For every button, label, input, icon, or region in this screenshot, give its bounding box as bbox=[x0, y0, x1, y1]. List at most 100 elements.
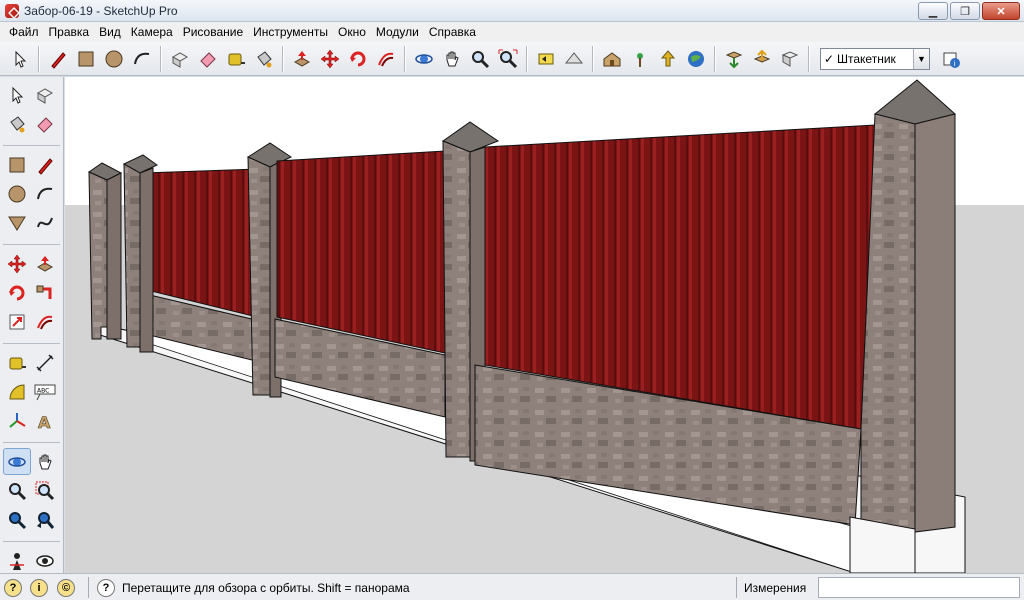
move-icon[interactable] bbox=[3, 250, 31, 277]
look-around-icon[interactable] bbox=[31, 547, 59, 574]
orbit-icon[interactable] bbox=[411, 46, 437, 72]
restore-button[interactable]: ❐ bbox=[950, 2, 980, 20]
dimension-icon[interactable] bbox=[31, 349, 59, 376]
make-component-icon[interactable] bbox=[167, 46, 193, 72]
zoom-extents-icon[interactable] bbox=[495, 46, 521, 72]
sketchup-app-icon[interactable] bbox=[5, 4, 19, 18]
paint-bucket-icon[interactable] bbox=[251, 46, 277, 72]
chevron-down-icon[interactable]: ▼ bbox=[913, 48, 929, 69]
toolbar-separator bbox=[282, 45, 284, 72]
menu-help[interactable]: Справка bbox=[424, 25, 481, 39]
toolbar-separator bbox=[3, 239, 60, 245]
toolbar-separator bbox=[526, 45, 528, 72]
rotate-icon[interactable] bbox=[3, 279, 31, 306]
next-view-icon[interactable] bbox=[561, 46, 587, 72]
scene-dropdown-label: Штакетник bbox=[837, 51, 896, 66]
menu-edit[interactable]: Правка bbox=[44, 25, 95, 39]
menu-view[interactable]: Вид bbox=[94, 25, 126, 39]
menu-window[interactable]: Окно bbox=[333, 25, 371, 39]
menu-camera[interactable]: Камера bbox=[126, 25, 178, 39]
menu-bar: Файл Правка Вид Камера Рисование Инструм… bbox=[0, 22, 1024, 42]
credits-icon[interactable]: i bbox=[30, 579, 48, 597]
push-pull-icon[interactable] bbox=[289, 46, 315, 72]
arc-icon[interactable] bbox=[129, 46, 155, 72]
offset-icon[interactable] bbox=[373, 46, 399, 72]
pan-hand-icon[interactable] bbox=[31, 448, 59, 475]
previous-view-icon[interactable] bbox=[31, 506, 59, 533]
stone-pillar bbox=[123, 163, 141, 348]
rectangle-icon[interactable] bbox=[3, 151, 31, 178]
stone-pillar bbox=[88, 171, 108, 340]
tape-measure-icon[interactable] bbox=[3, 349, 31, 376]
zoom-window-icon[interactable] bbox=[31, 477, 59, 504]
circle-icon[interactable] bbox=[101, 46, 127, 72]
push-pull-icon[interactable] bbox=[31, 250, 59, 277]
make-component-icon[interactable] bbox=[31, 81, 59, 108]
protractor-icon[interactable] bbox=[3, 378, 31, 405]
orbit-icon[interactable] bbox=[3, 448, 31, 475]
toolbar-separator bbox=[38, 45, 40, 72]
measurements-label: Измерения bbox=[744, 581, 807, 595]
freehand-icon[interactable] bbox=[31, 209, 59, 236]
arc-icon[interactable] bbox=[31, 180, 59, 207]
3d-text-icon[interactable]: A bbox=[31, 407, 59, 434]
svg-text:ABC: ABC bbox=[37, 387, 49, 394]
get-models-icon[interactable] bbox=[721, 46, 747, 72]
photo-textures-icon[interactable] bbox=[627, 46, 653, 72]
rotate-icon[interactable] bbox=[345, 46, 371, 72]
left-toolbar: ABC A bbox=[0, 77, 64, 573]
circle-icon[interactable] bbox=[3, 180, 31, 207]
select-icon[interactable] bbox=[7, 46, 33, 72]
warehouse-icon[interactable] bbox=[599, 46, 625, 72]
close-button[interactable]: ✕ bbox=[982, 2, 1020, 20]
axes-icon[interactable] bbox=[3, 407, 31, 434]
paint-bucket-icon[interactable] bbox=[3, 110, 31, 137]
eraser-icon[interactable] bbox=[195, 46, 221, 72]
pencil-icon[interactable] bbox=[45, 46, 71, 72]
scale-icon[interactable] bbox=[3, 308, 31, 335]
offset-icon[interactable] bbox=[31, 308, 59, 335]
select-icon[interactable] bbox=[3, 81, 31, 108]
add-location-icon[interactable] bbox=[655, 46, 681, 72]
rectangle-icon[interactable] bbox=[73, 46, 99, 72]
zoom-icon[interactable] bbox=[467, 46, 493, 72]
menu-plugins[interactable]: Модули bbox=[371, 25, 424, 39]
toolbar-separator bbox=[3, 536, 60, 542]
fence-panel bbox=[276, 150, 446, 354]
toolbar-separator bbox=[714, 45, 716, 72]
toolbar-separator bbox=[592, 45, 594, 72]
geo-location-icon[interactable]: ? bbox=[4, 579, 22, 597]
svg-text:A: A bbox=[38, 413, 51, 431]
model-viewport[interactable] bbox=[65, 77, 1024, 573]
menu-draw[interactable]: Рисование bbox=[178, 25, 248, 39]
share-component-icon[interactable] bbox=[777, 46, 803, 72]
status-hint: Перетащите для обзора с орбиты. Shift = … bbox=[122, 581, 410, 595]
toolbar-separator bbox=[404, 45, 406, 72]
status-bar: ? i © ? Перетащите для обзора с орбиты. … bbox=[0, 573, 1024, 600]
polygon-icon[interactable] bbox=[3, 209, 31, 236]
google-earth-icon[interactable] bbox=[683, 46, 709, 72]
scene-check-icon: ✓ bbox=[823, 51, 835, 66]
measurements-input[interactable] bbox=[818, 577, 1020, 598]
menu-file[interactable]: Файл bbox=[4, 25, 44, 39]
text-tool-icon[interactable]: ABC bbox=[31, 378, 59, 405]
tape-measure-icon[interactable] bbox=[223, 46, 249, 72]
pan-hand-icon[interactable] bbox=[439, 46, 465, 72]
instructor-icon[interactable]: i bbox=[938, 46, 964, 72]
eraser-icon[interactable] bbox=[31, 110, 59, 137]
position-camera-icon[interactable] bbox=[3, 547, 31, 574]
zoom-icon[interactable] bbox=[3, 477, 31, 504]
pencil-icon[interactable] bbox=[31, 151, 59, 178]
zoom-extents-icon[interactable] bbox=[3, 506, 31, 533]
title-bar: Забор-06-19 - SketchUp Pro ▁ ❐ ✕ bbox=[0, 0, 1024, 22]
move-icon[interactable] bbox=[317, 46, 343, 72]
scene-dropdown[interactable]: ✓ Штакетник ▼ bbox=[820, 47, 930, 70]
user-account-icon[interactable]: © bbox=[57, 579, 75, 597]
help-icon[interactable]: ? bbox=[97, 579, 115, 597]
menu-tools[interactable]: Инструменты bbox=[248, 25, 333, 39]
toolbar-separator bbox=[160, 45, 162, 72]
minimize-button[interactable]: ▁ bbox=[918, 2, 948, 20]
share-model-icon[interactable] bbox=[749, 46, 775, 72]
previous-view-icon[interactable] bbox=[533, 46, 559, 72]
follow-me-icon[interactable] bbox=[31, 279, 59, 306]
